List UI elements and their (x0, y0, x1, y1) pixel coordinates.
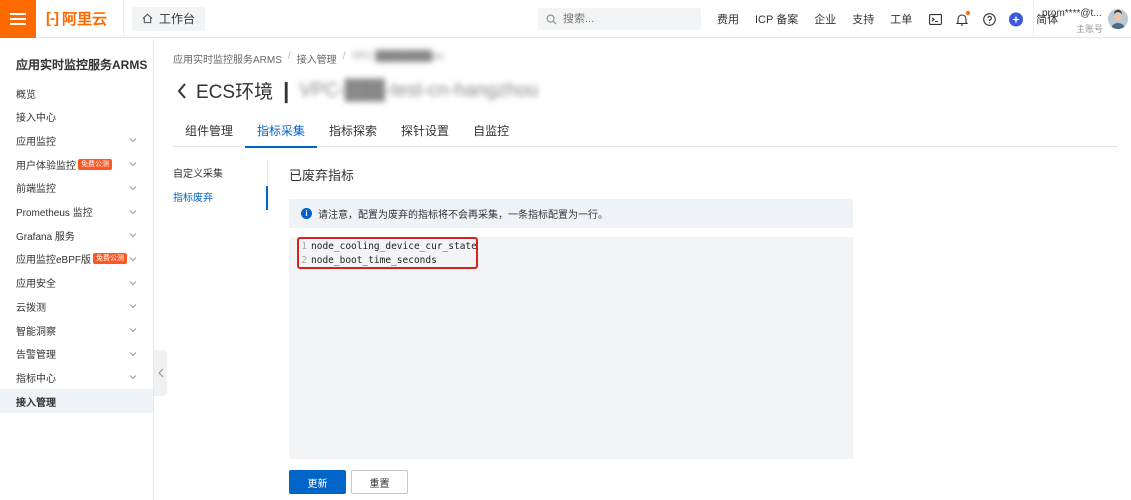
sidebar-item-label: Grafana 服务 (16, 231, 75, 243)
sidebar-item[interactable]: 接入中心 (0, 105, 153, 129)
sidebar-title: 应用实时监控服务ARMS (16, 58, 148, 72)
aliyun-logo[interactable]: [-] 阿里云 (36, 0, 125, 38)
chevron-down-icon (129, 328, 137, 333)
hamburger-menu-icon[interactable] (0, 0, 36, 38)
chevron-down-icon (129, 138, 137, 143)
top-link-enterprise[interactable]: 企业 (814, 11, 836, 27)
chevron-down-icon (129, 162, 137, 167)
user-name: prom****@t... (1042, 8, 1102, 19)
sidebar-item-label: 告警管理 (16, 350, 56, 362)
breadcrumb-separator: / (287, 51, 291, 62)
bell-icon[interactable] (955, 11, 971, 26)
sidebar-item-label: 接入管理 (16, 397, 56, 409)
info-notice: i 请注意，配置为废弃的指标将不会再采集，一条指标配置为一行。 (289, 199, 853, 228)
breadcrumb-item-vpc: VPC-████████ou (351, 51, 444, 62)
sidebar-item-label: 前端监控 (16, 184, 56, 196)
breadcrumb: 应用实时监控服务ARMS / 接入管理 / VPC-████████ou (173, 51, 443, 66)
chevron-down-icon (129, 280, 137, 285)
top-link-icp[interactable]: ICP 备案 (755, 11, 798, 27)
user-role: 主账号 (1076, 24, 1104, 34)
breadcrumb-item-access-management[interactable]: 接入管理 (297, 51, 337, 66)
user-account[interactable]: prom****@t... 主账号 (1033, 0, 1131, 38)
back-arrow-icon[interactable] (176, 82, 188, 100)
sidebar-item[interactable]: 用户体验监控 免费公测 (0, 152, 153, 176)
breadcrumb-item-arms[interactable]: 应用实时监控服务ARMS (173, 51, 282, 66)
subnav-active-indicator (266, 186, 268, 210)
sidebar-item[interactable]: 应用监控eBPF版 免费公测 (0, 247, 153, 271)
sidebar-item-label: 接入中心 (16, 113, 56, 125)
terminal-icon[interactable] (928, 12, 942, 26)
top-link-billing[interactable]: 费用 (717, 11, 739, 27)
workbench-label: 工作台 (159, 12, 196, 26)
top-link-support[interactable]: 支持 (852, 11, 874, 27)
page-title: ECS环境 | VPC-███-test-cn-hangzhou (176, 77, 538, 104)
page-title-vpc: VPC-███-test-cn-hangzhou (299, 79, 539, 101)
chevron-down-icon (129, 375, 137, 380)
subnav-custom-collection[interactable]: 自定义采集 (173, 160, 267, 184)
tab-probe-settings[interactable]: 探针设置 (389, 114, 461, 147)
notice-text: 请注意，配置为废弃的指标将不会再采集，一条指标配置为一行。 (318, 210, 608, 221)
tab-self-monitoring[interactable]: 自监控 (461, 114, 521, 147)
update-button[interactable]: 更新 (289, 470, 346, 494)
sidebar-item[interactable]: 应用安全 (0, 271, 153, 295)
top-links: 费用 ICP 备案 企业 支持 工单 简体 (717, 0, 1074, 38)
search-box[interactable] (538, 8, 701, 30)
info-icon: i (301, 208, 312, 219)
tab-metric-explore[interactable]: 指标探索 (317, 114, 389, 147)
home-icon (142, 13, 153, 24)
notification-dot (966, 11, 971, 15)
search-icon (546, 14, 557, 24)
chevron-down-icon (129, 257, 137, 262)
free-beta-badge: 免费公测 (93, 253, 128, 265)
chevron-left-icon (157, 368, 163, 378)
sidebar-item[interactable]: 概览 (0, 81, 153, 105)
sidebar-item-label: 智能洞察 (16, 326, 56, 338)
sidebar-item[interactable]: Grafana 服务 (0, 223, 153, 247)
sidebar-item-label: 用户体验监控 (16, 160, 76, 172)
deprecated-metrics-editor[interactable]: 1 node_cooling_device_cur_state 2 node_b… (289, 237, 853, 459)
breadcrumb-separator: / (342, 51, 346, 62)
highlight-annotation-box (297, 237, 478, 269)
sidebar-item-label: 云拨测 (16, 302, 46, 314)
logo-text: 阿里云 (62, 11, 108, 28)
free-beta-badge: 免费公测 (78, 158, 112, 170)
reset-button[interactable]: 重置 (351, 470, 408, 494)
tab-component-management[interactable]: 组件管理 (173, 114, 245, 147)
title-divider: | (283, 77, 290, 103)
sidebar-item-label: 应用安全 (16, 279, 56, 291)
workbench-button[interactable]: 工作台 (132, 6, 206, 31)
tab-metric-collection[interactable]: 指标采集 (245, 114, 318, 148)
sidebar-item[interactable]: 告警管理 (0, 342, 153, 366)
help-icon[interactable] (982, 12, 996, 26)
sidebar-item-label: 应用监控eBPF版 (16, 255, 92, 267)
sidebar-item-label: 概览 (16, 89, 36, 101)
sidebar-item-label: 指标中心 (16, 373, 56, 385)
avatar[interactable] (1108, 9, 1128, 29)
sidebar-item-label: Prometheus 监控 (16, 208, 93, 219)
section-title: 已废弃指标 (289, 168, 355, 183)
sidebar-item[interactable]: 前端监控 (0, 176, 153, 200)
aliyun-logo-mark-icon: [-] (46, 10, 59, 27)
page-title-env: ECS环境 (196, 82, 274, 103)
subnav-metric-deprecation[interactable]: 指标废弃 (173, 184, 267, 208)
sidebar-item[interactable]: 云拨测 (0, 294, 153, 318)
chevron-down-icon (129, 351, 137, 356)
chevron-down-icon (129, 304, 137, 309)
sub-navigation: 自定义采集 指标废弃 (173, 160, 268, 210)
tab-bar: 组件管理 指标采集 指标探索 探针设置 自监控 (173, 114, 1118, 148)
chevron-down-icon (129, 209, 137, 214)
sidebar-item[interactable]: Prometheus 监控 (0, 200, 153, 224)
sidebar-item[interactable]: 应用监控 (0, 128, 153, 152)
sidebar-item[interactable]: 智能洞察 (0, 318, 153, 342)
sidebar-item[interactable]: 指标中心 (0, 365, 153, 389)
search-input[interactable] (563, 13, 683, 25)
ai-assistant-icon[interactable] (1009, 12, 1024, 26)
chevron-down-icon (129, 233, 137, 238)
chevron-down-icon (129, 185, 137, 191)
sidebar-item-label: 应用监控 (16, 136, 56, 148)
sidebar-item[interactable]: 接入管理 (0, 389, 153, 414)
sidebar-collapse-handle[interactable] (154, 350, 167, 396)
top-link-ticket[interactable]: 工单 (890, 11, 912, 27)
